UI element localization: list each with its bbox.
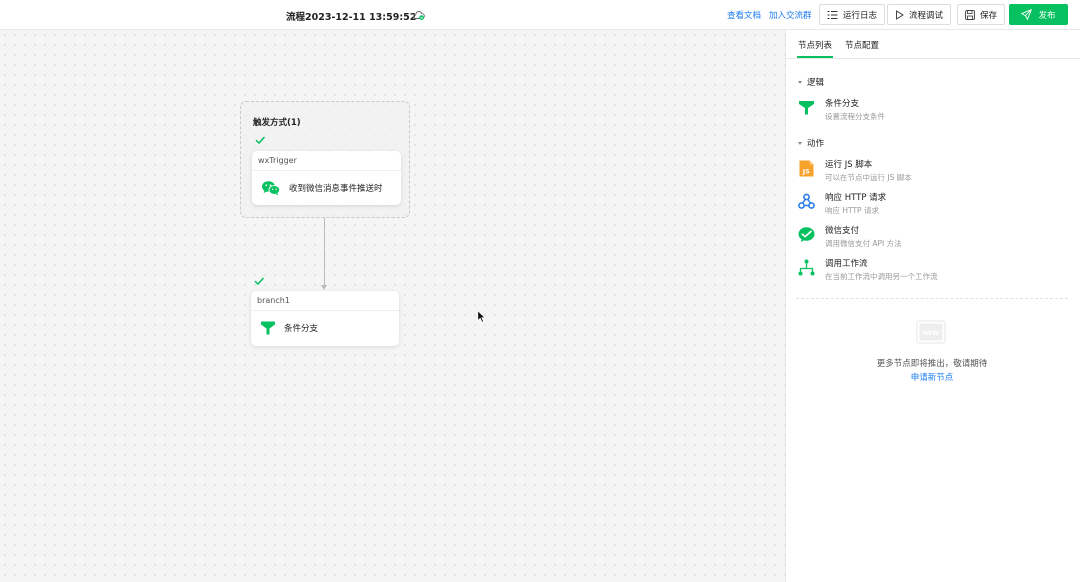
send-icon bbox=[1021, 9, 1033, 20]
node-item-desc: 可以在节点中运行 JS 脚本 bbox=[825, 173, 912, 182]
run-log-button[interactable]: 运行日志 bbox=[819, 4, 886, 25]
wechat-pay-icon bbox=[798, 227, 815, 242]
check-icon bbox=[255, 136, 266, 145]
wxtrigger-node-header: wxTrigger bbox=[252, 151, 401, 171]
node-item-label: 运行 JS 脚本 bbox=[825, 160, 873, 170]
trigger-group[interactable]: 触发方式(1) wxTrigger 收到微信消息事件推送时 bbox=[240, 101, 410, 218]
cloud-saved-icon bbox=[413, 11, 425, 20]
save-label: 保存 bbox=[980, 10, 998, 21]
debug-label: 流程调试 bbox=[909, 10, 944, 21]
debug-button[interactable]: 流程调试 bbox=[887, 4, 952, 25]
wechat-icon bbox=[262, 181, 281, 196]
branch-icon bbox=[261, 321, 275, 335]
log-icon bbox=[827, 10, 838, 19]
section-actions-title: 动作 bbox=[807, 139, 825, 149]
mouse-cursor-icon bbox=[477, 310, 486, 323]
webhook-icon bbox=[798, 193, 815, 209]
caret-down-icon bbox=[798, 80, 802, 84]
more-nodes-text: 更多节点即将推出，敬请期待 bbox=[876, 359, 988, 369]
svg-text:NEW: NEW bbox=[923, 330, 939, 337]
section-logic[interactable]: 逻辑 bbox=[798, 76, 824, 88]
branch-node-label: 条件分支 bbox=[284, 324, 319, 334]
flow-title[interactable]: 流程2023-12-11 13:59:52 bbox=[286, 9, 416, 23]
node-item-desc: 在当前工作流中调用另一个工作流 bbox=[825, 272, 938, 281]
new-nodes-icon: NEW bbox=[916, 320, 946, 344]
node-item-label: 调用工作流 bbox=[825, 259, 868, 269]
node-item-desc: 设置流程分支条件 bbox=[825, 112, 885, 121]
node-item-desc: 调用微信支付 API 方法 bbox=[825, 239, 902, 248]
wxtrigger-node[interactable]: wxTrigger 收到微信消息事件推送时 bbox=[252, 151, 401, 205]
section-logic-title: 逻辑 bbox=[807, 78, 825, 88]
node-item-label: 条件分支 bbox=[825, 99, 860, 109]
flow-canvas[interactable]: 触发方式(1) wxTrigger 收到微信消息事件推送时 branch1 条件… bbox=[0, 30, 785, 582]
js-icon: JS bbox=[799, 160, 814, 177]
node-item-js[interactable]: JS 运行 JS 脚本 可以在节点中运行 JS 脚本 bbox=[798, 158, 1068, 188]
wxtrigger-node-label: 收到微信消息事件推送时 bbox=[289, 184, 383, 194]
play-icon bbox=[896, 9, 904, 20]
trigger-group-title: 触发方式(1) bbox=[253, 118, 301, 128]
node-item-branch[interactable]: 条件分支 设置流程分支条件 bbox=[798, 97, 1068, 127]
branch-node-header: branch1 bbox=[251, 291, 399, 311]
panel-tabs: 节点列表 节点配置 bbox=[786, 30, 1080, 59]
node-item-workflow[interactable]: 调用工作流 在当前工作流中调用另一个工作流 bbox=[798, 257, 1068, 287]
svg-text:JS: JS bbox=[802, 168, 810, 176]
tab-node-list[interactable]: 节点列表 bbox=[798, 39, 832, 51]
check-icon bbox=[254, 277, 265, 286]
tab-node-config[interactable]: 节点配置 bbox=[845, 39, 879, 51]
save-icon bbox=[965, 9, 975, 20]
branch-icon bbox=[799, 101, 814, 115]
join-group-link[interactable]: 加入交流群 bbox=[769, 9, 812, 21]
node-item-http[interactable]: 响应 HTTP 请求 响应 HTTP 请求 bbox=[798, 191, 1068, 221]
section-actions[interactable]: 动作 bbox=[798, 137, 824, 149]
node-panel: 节点列表 节点配置 逻辑 条件分支 设置流程分支条件 动作 JS 运行 JS 脚… bbox=[785, 30, 1080, 582]
publish-button[interactable]: 发布 bbox=[1009, 4, 1068, 25]
apply-new-node-link[interactable]: 申请新节点 bbox=[786, 371, 1078, 383]
node-connector bbox=[324, 218, 325, 287]
active-tab-indicator bbox=[797, 56, 833, 58]
docs-link[interactable]: 查看文档 bbox=[727, 9, 761, 21]
workflow-icon bbox=[798, 259, 815, 276]
caret-down-icon bbox=[798, 141, 802, 145]
publish-label: 发布 bbox=[1038, 10, 1056, 21]
connector-arrow bbox=[321, 285, 327, 290]
node-item-desc: 响应 HTTP 请求 bbox=[825, 206, 879, 215]
run-log-label: 运行日志 bbox=[843, 10, 878, 21]
node-item-label: 响应 HTTP 请求 bbox=[825, 193, 887, 203]
branch-node[interactable]: branch1 条件分支 bbox=[251, 291, 399, 346]
node-item-label: 微信支付 bbox=[825, 226, 860, 236]
panel-divider bbox=[796, 298, 1068, 299]
save-button[interactable]: 保存 bbox=[957, 4, 1006, 25]
top-header: 流程2023-12-11 13:59:52 查看文档 加入交流群 运行日志 流程… bbox=[0, 0, 1080, 30]
node-item-wechat-pay[interactable]: 微信支付 调用微信支付 API 方法 bbox=[798, 224, 1068, 254]
